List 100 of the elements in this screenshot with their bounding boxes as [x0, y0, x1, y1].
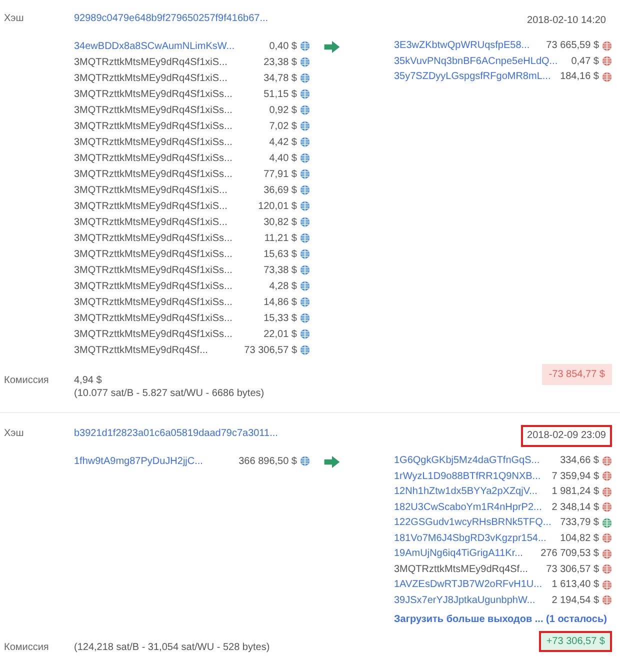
globe-icon[interactable] — [300, 137, 310, 147]
hash-link[interactable]: b3921d1f2823a01c6a05819daad79c7a3011... — [74, 425, 310, 447]
address: 3MQTRzttkMtsMEy9dRq4Sf1xiSs... — [74, 296, 234, 308]
amount: 1 981,24 $ — [552, 486, 599, 498]
amount: 73 306,57 $ — [244, 344, 297, 356]
address-link[interactable]: 1fhw9tA9mg87PyDuJH2jjC... — [74, 456, 235, 466]
globe-icon[interactable] — [300, 233, 310, 243]
total-amount-badge: -73 854,77 $ — [542, 364, 612, 385]
globe-icon[interactable] — [602, 40, 612, 51]
globe-icon[interactable] — [300, 57, 310, 67]
amount: 14,86 $ — [264, 296, 297, 308]
date: 2018-02-10 14:20 — [526, 14, 607, 28]
globe-icon[interactable] — [300, 153, 310, 163]
hash-label: Хэш — [4, 12, 25, 26]
amount: 73 306,57 $ — [546, 564, 599, 575]
amount: 30,82 $ — [264, 216, 297, 228]
address-link[interactable]: 39JSx7erYJ8JptkaUgunbphW... — [394, 594, 548, 606]
address: 3MQTRzttkMtsMEy9dRq4Sf1xiSs... — [74, 152, 234, 164]
globe-icon[interactable] — [300, 105, 310, 115]
globe-icon[interactable] — [602, 533, 612, 544]
globe-icon[interactable] — [300, 281, 310, 291]
amount: 73,38 $ — [264, 264, 297, 276]
amount: 1 613,40 $ — [552, 579, 599, 590]
address: 3MQTRzttkMtsMEy9dRq4Sf1xiS... — [74, 56, 228, 68]
amount: 77,91 $ — [264, 168, 297, 180]
globe-icon[interactable] — [300, 121, 310, 131]
amount: 120,01 $ — [258, 200, 297, 212]
load-more-link[interactable]: Загрузить больше выходов ... (1 осталось) — [394, 614, 612, 625]
globe-icon[interactable] — [300, 297, 310, 307]
globe-icon[interactable] — [602, 564, 612, 574]
address: 3MQTRzttkMtsMEy9dRq4Sf1xiSs... — [74, 120, 234, 132]
address: 3MQTRzttkMtsMEy9dRq4Sf1xiSs... — [74, 104, 234, 116]
amount: 0,47 $ — [571, 56, 599, 67]
globe-icon[interactable] — [602, 580, 612, 590]
address-link[interactable]: 182U3CwScaboYm1R4nHprP2... — [394, 502, 548, 513]
address-link[interactable]: 12Nh1hZtw1dx5BYYa2pXZqjV... — [394, 486, 548, 498]
amount: 733,79 $ — [560, 517, 599, 528]
globe-icon[interactable] — [300, 73, 310, 83]
amount: 22,01 $ — [264, 328, 297, 340]
globe-icon[interactable] — [300, 89, 310, 99]
amount: 2 194,54 $ — [552, 594, 599, 606]
address: 3MQTRzttkMtsMEy9dRq4Sf1xiSs... — [74, 264, 234, 276]
address: 3MQTRzttkMtsMEy9dRq4Sf1xiSs... — [74, 232, 234, 244]
globe-icon[interactable] — [300, 169, 310, 179]
globe-icon[interactable] — [300, 249, 310, 259]
address-link[interactable]: 3E3wZKbtwQpWRUqsfpE58... — [394, 40, 542, 52]
address: 3MQTRzttkMtsMEy9dRq4Sf1xiSs... — [74, 312, 234, 324]
address-link[interactable]: 181Vo7M6J4SbgRD3vKgzpr154... — [394, 532, 556, 544]
globe-icon[interactable] — [300, 201, 310, 211]
globe-icon[interactable] — [602, 72, 612, 82]
globe-icon[interactable] — [300, 41, 310, 51]
globe-icon[interactable] — [602, 595, 612, 606]
address-link[interactable]: 122GSGudv1wcyRHsBRNk5TFQ... — [394, 517, 556, 528]
amount: 2 348,14 $ — [552, 502, 599, 513]
fee-label: Комиссия — [4, 374, 50, 388]
address: 3MQTRzttkMtsMEy9dRq4Sf1xiSs... — [74, 168, 234, 180]
amount: 4,28 $ — [269, 280, 297, 292]
address-link[interactable]: 1G6QgkGKbj5Mz4daGTfnGqS... — [394, 455, 556, 466]
address-link[interactable]: 1AVZEsDwRTJB7W2oRFvH1U... — [394, 579, 548, 590]
amount: 23,38 $ — [264, 56, 297, 68]
globe-icon[interactable] — [300, 265, 310, 275]
address-link[interactable]: 1rWyzL1D9o88BTfRR1Q9NXB... — [394, 470, 548, 482]
address: 3MQTRzttkMtsMEy9dRq4Sf1xiS... — [74, 184, 228, 196]
hash-link[interactable]: 92989c0479e648b9f279650257f9f416b67... — [74, 10, 310, 32]
amount: 104,82 $ — [560, 532, 599, 544]
globe-icon[interactable] — [300, 345, 310, 355]
amount: 11,21 $ — [264, 232, 297, 244]
globe-icon[interactable] — [602, 548, 612, 559]
globe-icon[interactable] — [300, 185, 310, 195]
amount: 366 896,50 $ — [238, 456, 297, 466]
amount: 73 665,59 $ — [546, 40, 599, 52]
address: 3MQTRzttkMtsMEy9dRq4Sf1xiSs... — [74, 248, 234, 260]
amount: 34,78 $ — [264, 72, 297, 84]
hash-label: Хэш — [4, 427, 25, 441]
globe-icon[interactable] — [300, 217, 310, 227]
address: 3MQTRzttkMtsMEy9dRq4Sf... — [394, 564, 529, 575]
amount: 0,40 $ — [269, 40, 297, 52]
globe-icon[interactable] — [300, 329, 310, 339]
globe-icon[interactable] — [300, 313, 310, 323]
address: 3MQTRzttkMtsMEy9dRq4Sf1xiS... — [74, 216, 228, 228]
address-link[interactable]: 35kVuvPNq3bnBF6ACnpe5eHLdQ... — [394, 56, 568, 67]
globe-icon[interactable] — [300, 456, 310, 466]
address: 3MQTRzttkMtsMEy9dRq4Sf1xiSs... — [74, 88, 234, 100]
amount: 15,63 $ — [264, 248, 297, 260]
fee-details: (124,218 sat/B - 31,054 sat/WU - 528 bytes) — [74, 641, 271, 654]
globe-icon[interactable] — [602, 56, 612, 66]
globe-icon[interactable] — [602, 518, 612, 528]
date: 2018-02-09 23:09 — [521, 425, 612, 447]
globe-icon[interactable] — [602, 486, 612, 497]
globe-icon[interactable] — [602, 502, 612, 512]
address-link[interactable]: 34ewBDDx8a8SCwAumNLimKsW... — [74, 40, 266, 52]
amount: 276 709,53 $ — [540, 548, 599, 560]
globe-icon[interactable] — [602, 456, 612, 466]
globe-icon[interactable] — [602, 471, 612, 482]
address: 3MQTRzttkMtsMEy9dRq4Sf1xiSs... — [74, 328, 234, 340]
address: 3MQTRzttkMtsMEy9dRq4Sf1xiSs... — [74, 280, 234, 292]
amount: 15,33 $ — [264, 312, 297, 324]
address-link[interactable]: 19AmUjNg6iq4TiGrigA11Kr... — [394, 548, 537, 560]
address-link[interactable]: 35y7SZDyyLGspgsfRFgoMR8mL... — [394, 71, 556, 82]
address: 3MQTRzttkMtsMEy9dRq4Sf1xiS... — [74, 200, 228, 212]
